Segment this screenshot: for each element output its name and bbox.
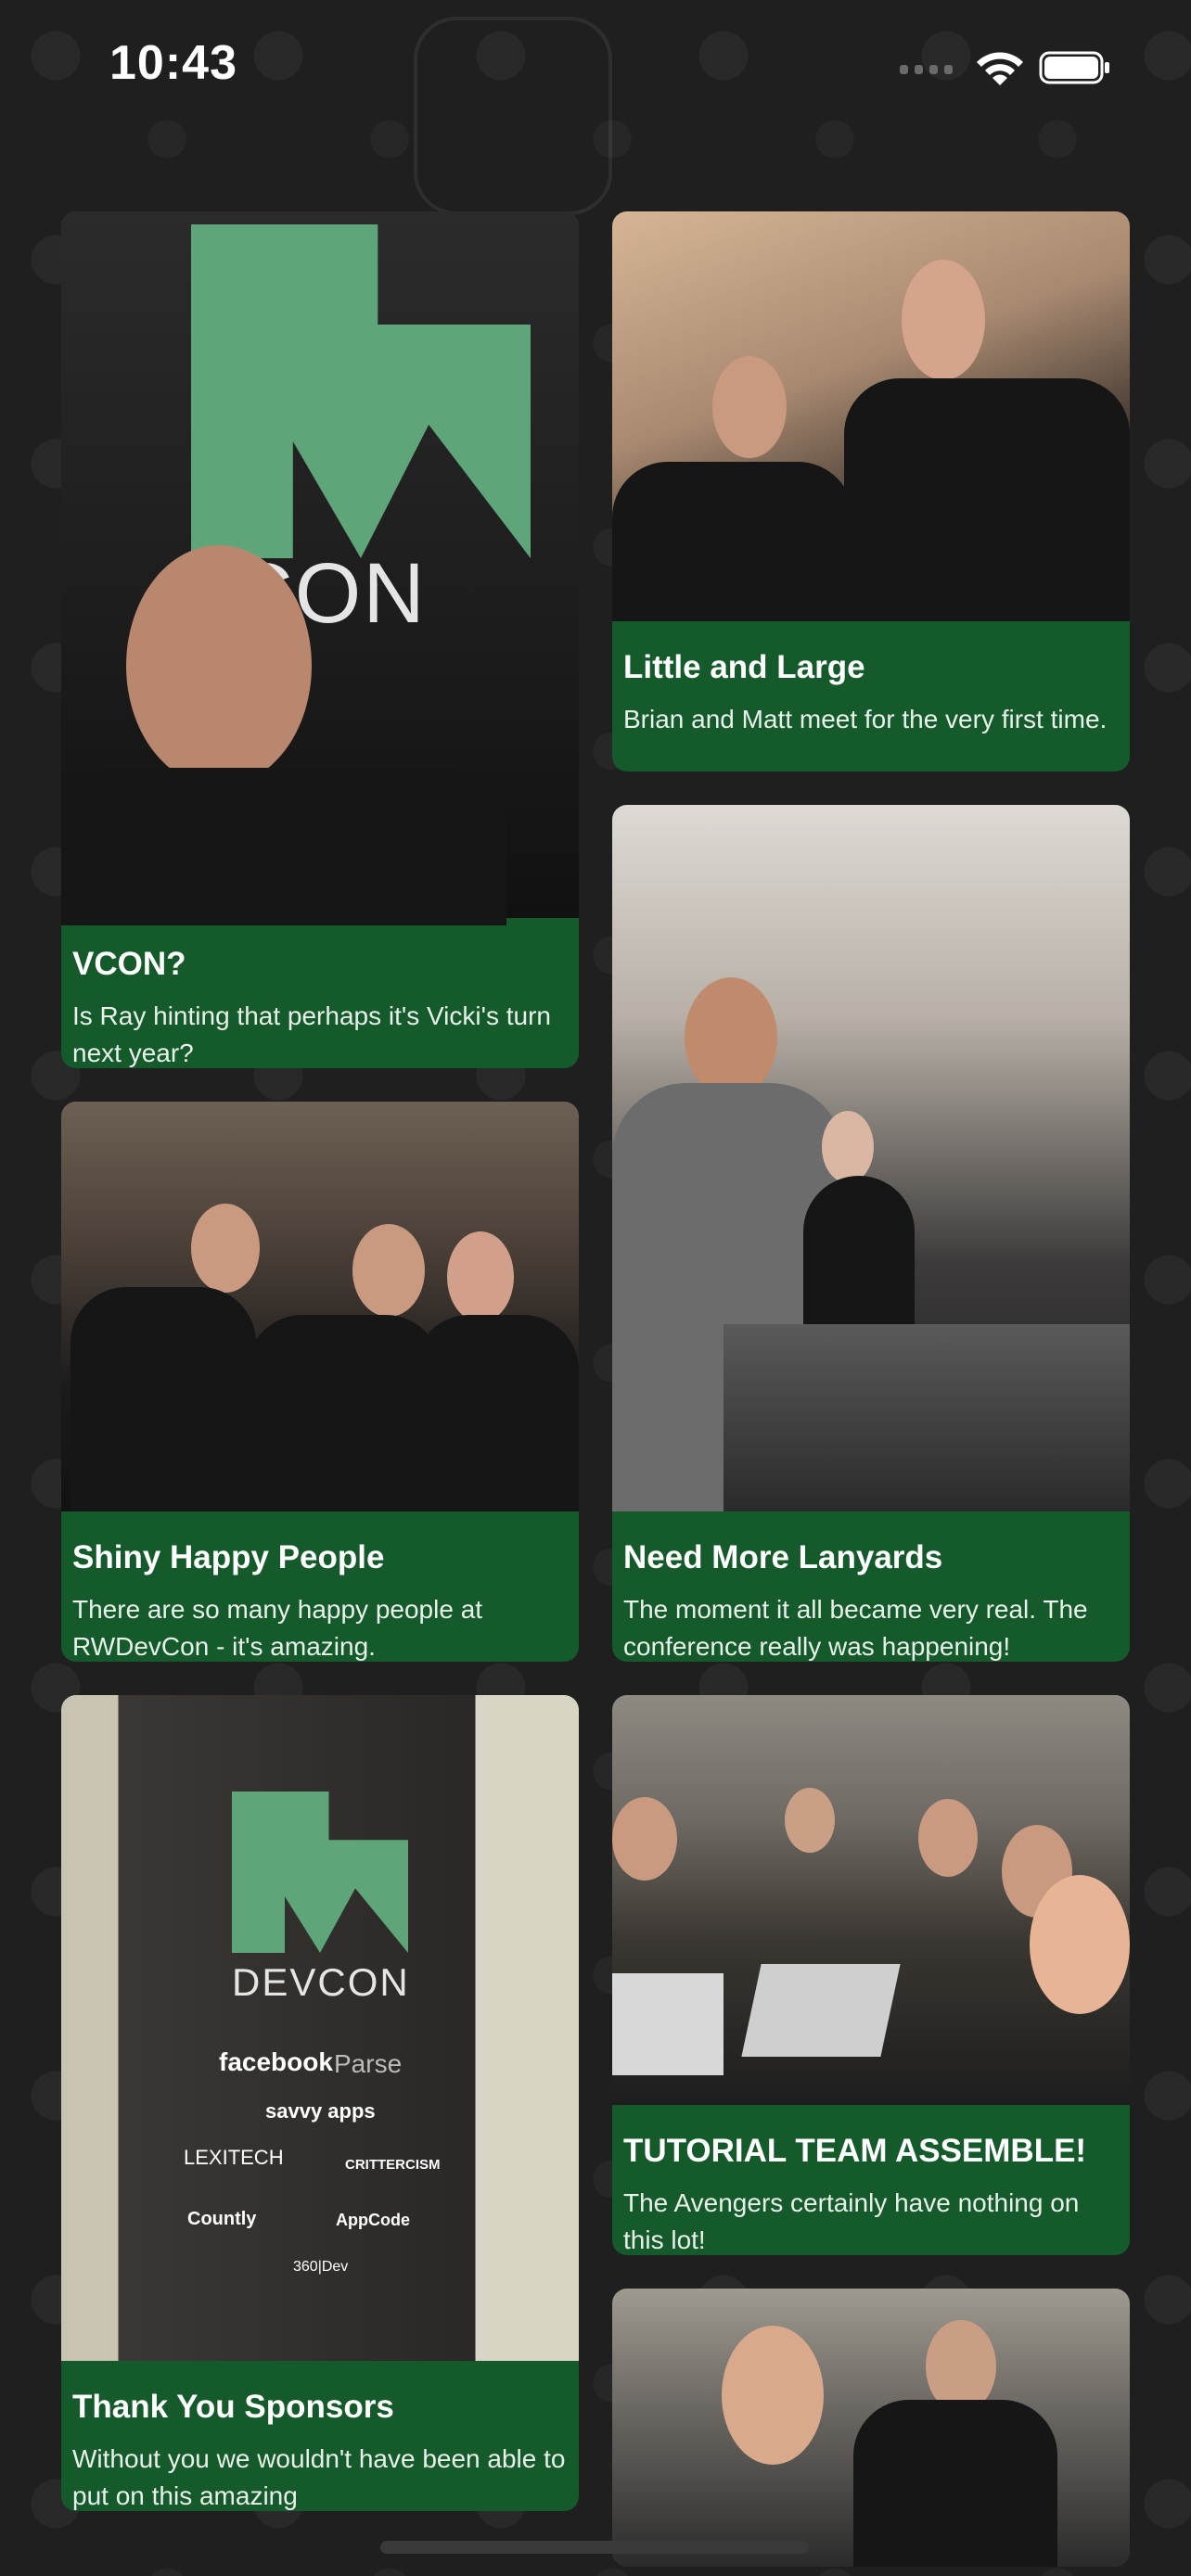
status-time: 10:43 — [109, 36, 237, 90]
sponsor-logo: LEXITECH — [184, 2146, 284, 2169]
photo-card[interactable]: DEVCON facebook Parse savvy apps LEXITEC… — [61, 1695, 579, 2511]
photo-card[interactable]: Little and Large Brian and Matt meet for… — [612, 211, 1130, 772]
person-head — [722, 2326, 824, 2465]
person-body — [70, 1287, 256, 1511]
photo-card[interactable]: VCON VCON? Is Ray hinting that perhaps i… — [61, 211, 579, 1068]
person-head — [612, 1797, 677, 1881]
photo-card[interactable] — [612, 2289, 1130, 2567]
sponsor-logo: Parse — [334, 2049, 403, 2078]
laptop — [612, 1973, 724, 2075]
right-column: Little and Large Brian and Matt meet for… — [612, 211, 1130, 2567]
person-head — [126, 545, 312, 786]
card-title: Shiny Happy People — [72, 1539, 385, 1575]
card-title: Need More Lanyards — [623, 1539, 943, 1575]
card-title: TUTORIAL TEAM ASSEMBLE! — [623, 2133, 1087, 2169]
person-body — [247, 1315, 442, 1511]
card-description: There are so many happy people at RWDevC… — [72, 1595, 483, 1661]
photo-grid: VCON VCON? Is Ray hinting that perhaps i… — [61, 211, 1130, 2567]
card-photo — [612, 1695, 1130, 2105]
card-description: The moment it all became very real. The … — [623, 1595, 1088, 1661]
person-body — [61, 768, 506, 925]
person-body — [414, 1315, 579, 1511]
card-caption: Need More Lanyards The moment it all bec… — [612, 1511, 1130, 1662]
card-title: Thank You Sponsors — [72, 2389, 394, 2425]
card-photo: DEVCON facebook Parse savvy apps LEXITEC… — [61, 1695, 579, 2361]
left-column: VCON VCON? Is Ray hinting that perhaps i… — [61, 211, 579, 2567]
card-description: Without you we wouldn't have been able t… — [72, 2444, 566, 2510]
banner-text: DEVCON — [232, 1960, 410, 2004]
person-body — [612, 462, 853, 621]
photo-card[interactable]: Need More Lanyards The moment it all bec… — [612, 805, 1130, 1662]
status-bar: 10:43 — [0, 0, 1191, 139]
person-head — [191, 1204, 260, 1293]
person-head — [685, 977, 777, 1098]
person-head — [902, 260, 985, 380]
card-title: VCON? — [72, 946, 186, 982]
battery-icon — [1039, 51, 1109, 84]
card-photo — [61, 1102, 579, 1511]
wifi-icon — [977, 52, 1023, 85]
cellular-signal-icon — [900, 65, 953, 74]
card-caption: Little and Large Brian and Matt meet for… — [612, 621, 1130, 772]
photo-card[interactable]: Shiny Happy People There are so many hap… — [61, 1102, 579, 1662]
person-head — [926, 2320, 996, 2413]
card-title: Little and Large — [623, 649, 865, 685]
card-caption: VCON? Is Ray hinting that perhaps it's V… — [61, 918, 579, 1068]
card-caption: TUTORIAL TEAM ASSEMBLE! The Avengers cer… — [612, 2105, 1130, 2255]
person-body — [844, 378, 1130, 621]
card-description: The Avengers certainly have nothing on t… — [623, 2188, 1080, 2254]
card-photo: VCON — [61, 211, 579, 925]
card-photo — [612, 805, 1130, 1511]
card-photo — [612, 211, 1130, 621]
photo-card[interactable]: TUTORIAL TEAM ASSEMBLE! The Avengers cer… — [612, 1695, 1130, 2255]
card-description: Is Ray hinting that perhaps it's Vicki's… — [72, 1001, 551, 1067]
sponsor-logo: AppCode — [336, 2211, 410, 2229]
card-caption: Thank You Sponsors Without you we wouldn… — [61, 2361, 579, 2511]
card-caption: Shiny Happy People There are so many hap… — [61, 1511, 579, 1662]
laptop — [741, 1964, 901, 2057]
person-head — [785, 1788, 835, 1853]
sponsor-logo: CRITTERCISM — [345, 2157, 441, 2173]
card-photo — [612, 2289, 1130, 2567]
person-head — [1030, 1875, 1130, 2014]
sponsor-logo: 360|Dev — [293, 2259, 349, 2275]
lanyard-pile — [724, 1324, 1130, 1511]
rw-logo — [232, 1792, 408, 1953]
person-head — [822, 1111, 874, 1183]
person-head — [352, 1224, 425, 1317]
person-head — [712, 356, 787, 458]
sponsor-logo: facebook — [219, 2047, 333, 2076]
home-indicator[interactable] — [380, 2541, 809, 2554]
person-head — [447, 1231, 514, 1322]
sponsor-logo: Countly — [187, 2209, 257, 2229]
rw-logo — [191, 224, 531, 558]
card-description: Brian and Matt meet for the very first t… — [623, 705, 1108, 733]
person-head — [918, 1799, 978, 1877]
person-body — [853, 2400, 1057, 2567]
sponsor-logo: savvy apps — [265, 2099, 376, 2123]
